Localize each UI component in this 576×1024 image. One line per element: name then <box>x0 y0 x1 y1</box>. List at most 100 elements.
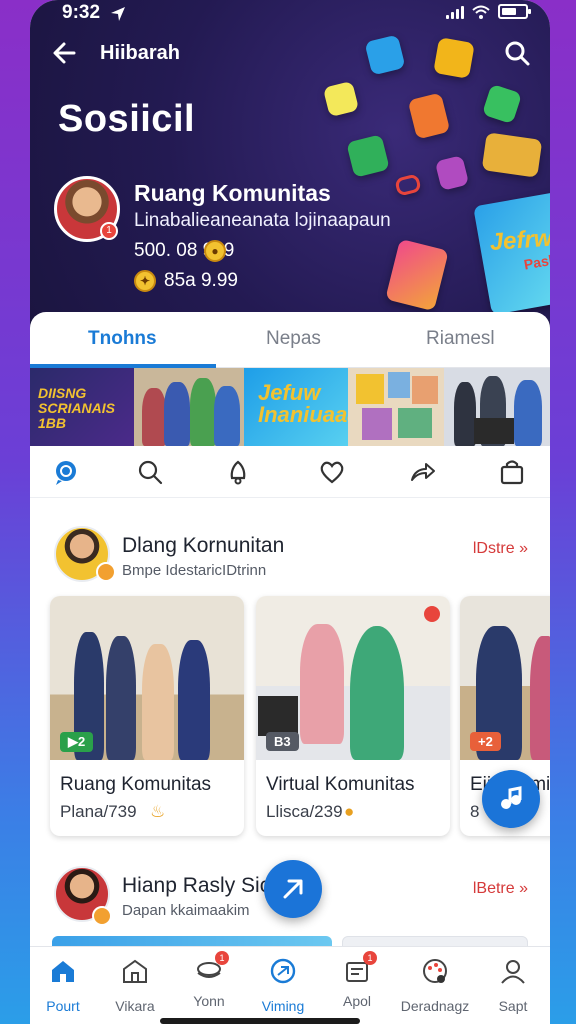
app-tile-icon <box>394 173 422 197</box>
nav-item-vikara[interactable]: Vikara <box>98 957 172 1014</box>
chat-bubble-icon[interactable] <box>52 458 80 486</box>
action-row <box>30 446 550 498</box>
battery-icon <box>498 4 531 19</box>
community-profile: 1 Ruang Komunitas Linabalieaneanata lɔji… <box>54 176 394 306</box>
nav-item-yonn[interactable]: 1 Yonn <box>172 951 246 1009</box>
nav-item-deradnagz[interactable]: Deradnagz <box>398 957 472 1014</box>
sign-card: Jefrw Pasl <box>473 191 550 315</box>
card-meta: Lliscа/239 <box>266 802 343 821</box>
nav-item-viming[interactable]: Viming <box>246 957 320 1014</box>
nav-item-apol[interactable]: 1 Apol <box>320 951 394 1009</box>
user-icon <box>501 960 525 984</box>
community-section: Dlang Kornunitan Bmpe IdestaricIDtrinn l… <box>30 522 550 592</box>
status-time: 9:32 <box>62 2 101 23</box>
tab-1[interactable]: Tnohns <box>88 328 157 350</box>
nav-item-home[interactable]: Pourt <box>30 957 100 1014</box>
calendar-icon: 1 <box>343 951 377 985</box>
app-tile-icon <box>346 134 390 178</box>
see-more-link[interactable]: lDstre » <box>473 540 528 558</box>
banner-photo <box>134 368 244 446</box>
tab-3[interactable]: Riamesl <box>426 328 495 350</box>
wifi-icon <box>472 5 490 19</box>
card-title: Virtual Komunitas <box>266 774 415 795</box>
card-tag: B3 <box>266 732 299 751</box>
app-tile-icon <box>322 80 360 118</box>
coin-icon: ● <box>344 802 355 821</box>
card-title: Ruang Komunitas <box>60 774 212 795</box>
section-subtitle: Dapan kkaimaakim <box>122 902 250 919</box>
see-more-link[interactable]: lBetre » <box>473 880 528 898</box>
tab-bar: Tnohns Nepas Riamesl <box>30 312 550 368</box>
share-icon[interactable] <box>408 458 436 486</box>
photo-tile-icon <box>481 132 543 178</box>
nav-label: Vikara <box>115 998 155 1014</box>
banner-segment: Jefuw Inaniuaaa <box>244 368 359 446</box>
stat-value-2: 85a 9.99 <box>164 270 238 291</box>
section-title: Hianp Rasly Sic <box>122 874 271 897</box>
nav-label: Sapt <box>498 998 528 1014</box>
coin-icon: ● <box>204 240 226 262</box>
photo-tile-icon <box>407 92 451 140</box>
music-fab[interactable] <box>482 770 540 828</box>
community-card[interactable]: ▶2 Ruang Komunitas Plana/739 ♨ <box>50 596 244 836</box>
search-icon[interactable] <box>136 458 164 486</box>
coin-icon: ✦ <box>134 270 156 292</box>
heart-icon[interactable] <box>318 458 346 486</box>
banner-photo <box>348 368 444 446</box>
bell-icon[interactable] <box>224 458 252 486</box>
location-arrow-icon <box>111 7 125 21</box>
nav-title: Hiibarah <box>100 42 181 64</box>
nav-label: Pourt <box>46 998 80 1014</box>
nav-badge: 1 <box>363 951 377 965</box>
back-arrow-icon[interactable] <box>48 36 82 70</box>
card-tag: ▶2 <box>60 732 94 752</box>
sign-text: Jefrw <box>488 224 550 256</box>
star-tile-icon <box>433 37 475 79</box>
compose-fab[interactable] <box>264 860 322 918</box>
bag-icon[interactable] <box>498 458 526 486</box>
section-title: Dlang Kornunitan <box>122 534 285 557</box>
promo-banner[interactable]: DIISNG SCRIANAIS 1BB Jefuw Inaniuaaa <box>30 368 550 446</box>
nav-label: Deradnagz <box>400 998 470 1014</box>
play-tile-icon <box>481 83 523 125</box>
banner-photo <box>444 368 550 446</box>
nav-label: Viming <box>261 998 305 1014</box>
community-card[interactable]: B3 Virtual Komunitas Lliscа/239 ● <box>256 596 450 836</box>
avatar-badge <box>92 906 112 926</box>
card-meta: 8 <box>470 802 480 821</box>
stat-row-2: ✦ 85a 9.99 <box>134 270 238 292</box>
nav-badge: 1 <box>215 951 229 965</box>
layers-icon: 1 <box>195 951 229 985</box>
card-meta: Plana/739 <box>60 802 137 821</box>
banner-segment: DIISNG SCRIANAIS 1BB <box>30 368 134 446</box>
app-tile-icon <box>434 155 470 191</box>
nav-label: Yonn <box>193 993 225 1009</box>
nav-label: Apol <box>342 993 372 1009</box>
tab-2[interactable]: Nepas <box>266 328 321 350</box>
card-tag: +2 <box>470 732 501 751</box>
music-note-icon <box>501 786 522 809</box>
search-icon[interactable] <box>502 38 532 68</box>
app-tile-icon <box>385 238 449 312</box>
building-icon <box>123 959 147 983</box>
community-cards: ▶2 Ruang Komunitas Plana/739 ♨ B3 Virtua… <box>50 596 550 838</box>
app-screen: 9:32 Hiibarah Sosiicil Jefrw Pasl 1 Ruan… <box>30 0 550 1024</box>
section-subtitle: Bmpe IdestaricIDtrinn <box>122 562 267 579</box>
notification-badge <box>424 606 440 622</box>
home-indicator[interactable] <box>160 1018 360 1024</box>
globe-icon <box>270 958 296 984</box>
sign-subtext: Pasl <box>522 251 550 273</box>
home-icon <box>52 961 74 982</box>
nav-item-sapt[interactable]: Sapt <box>476 957 550 1014</box>
signal-icon <box>446 5 464 19</box>
hero-header: 9:32 Hiibarah Sosiicil Jefrw Pasl 1 Ruan… <box>30 0 550 330</box>
status-bar: 9:32 <box>30 0 550 28</box>
banner-text: DIISNG SCRIANAIS 1BB <box>38 385 116 431</box>
brand-title: Sosiicil <box>58 98 196 140</box>
palette-icon <box>423 959 447 983</box>
profile-description: Linabalieaneanata lɔjinaapaun <box>134 210 391 231</box>
bottom-nav: Pourt Vikara 1 Yonn Viming 1 Apol Deradn… <box>30 946 550 1024</box>
banner-text: Jefuw Inaniuaaa <box>258 380 360 427</box>
profile-name: Ruang Komunitas <box>134 180 331 206</box>
arrow-up-right-icon <box>283 879 303 899</box>
